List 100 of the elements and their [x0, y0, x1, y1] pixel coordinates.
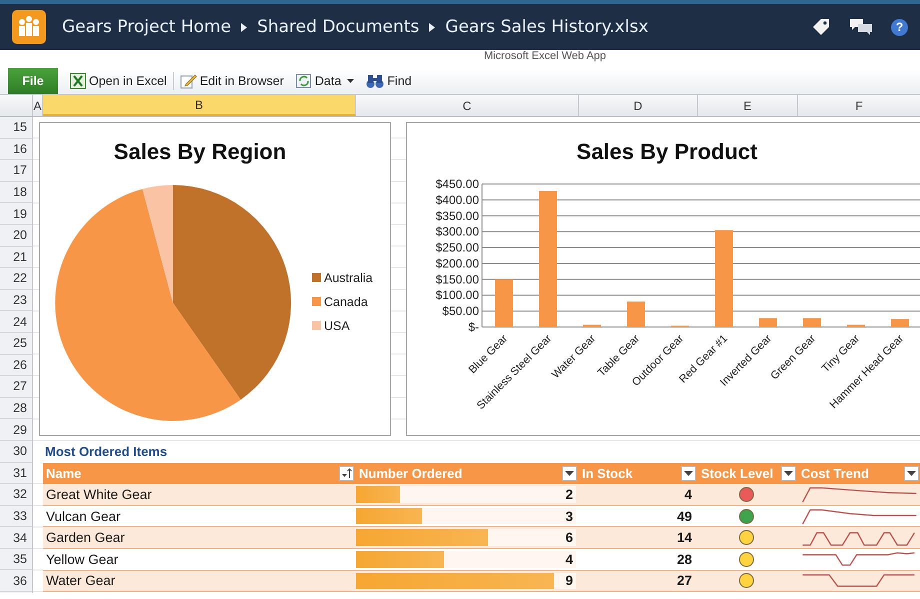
filter-button[interactable] — [781, 466, 796, 481]
chart-bar — [759, 318, 777, 327]
breadcrumb-link[interactable]: Shared Documents — [257, 17, 420, 37]
row-number: 19 — [0, 203, 32, 225]
dropdown-icon — [565, 470, 574, 476]
table-cell: 6 — [565, 530, 573, 546]
row-number: 28 — [0, 398, 32, 420]
column-header: Name — [46, 466, 82, 481]
row-number: 23 — [0, 290, 32, 312]
row-number: 33 — [0, 506, 32, 528]
edit-in-browser-button[interactable]: Edit in Browser — [180, 73, 284, 89]
table-cell: 3 — [565, 508, 573, 524]
axis-label: $450.00 — [436, 177, 479, 191]
help-button[interactable]: ? — [891, 18, 908, 36]
open-in-excel-button[interactable]: Open in Excel — [70, 73, 167, 89]
chart-bar — [583, 324, 601, 327]
column-header: Cost Trend — [801, 466, 869, 481]
column-header: Stock Level — [701, 466, 774, 481]
axis-label: $350.00 — [436, 208, 479, 223]
legend-label: Australia — [324, 271, 373, 285]
chart-bar — [627, 302, 645, 327]
table-cell: Great White Gear — [46, 486, 152, 502]
file-tab[interactable]: File — [8, 68, 58, 94]
binoculars-icon — [366, 73, 384, 89]
table-cell: 28 — [676, 552, 692, 567]
axis-label: $400.00 — [436, 192, 479, 207]
row-number: 35 — [0, 548, 32, 570]
table-cell: 27 — [676, 573, 692, 588]
refresh-icon — [296, 73, 312, 89]
axis-label: $200.00 — [436, 256, 479, 270]
axis-label: $100.00 — [436, 288, 479, 302]
axis-label: $50.00 — [442, 304, 479, 318]
row-number: 34 — [0, 527, 32, 549]
caret-icon — [429, 22, 436, 32]
chart-bar — [803, 318, 821, 327]
column-header[interactable]: F — [798, 95, 920, 116]
table-cell: 4 — [684, 486, 692, 502]
column-header[interactable]: B — [43, 95, 356, 116]
chart-title: Sales By Region — [114, 139, 286, 164]
legend-label: Canada — [324, 295, 368, 309]
row-number: 21 — [0, 246, 32, 268]
row-number: 15 — [0, 117, 32, 139]
dropdown-icon — [907, 470, 916, 476]
breadcrumb-link[interactable]: Gears Project Home — [62, 17, 232, 37]
legend-label: USA — [324, 319, 350, 333]
chart-title: Sales By Product — [576, 139, 758, 164]
axis-label: $150.00 — [436, 272, 479, 286]
breadcrumb-link[interactable]: Gears Sales History.xlsx — [445, 17, 648, 37]
sort-icon — [341, 468, 352, 479]
column-header[interactable]: C — [356, 95, 579, 116]
row-number: 31 — [0, 462, 32, 484]
table-cell: Yellow Gear — [46, 552, 118, 567]
caret-icon — [241, 22, 248, 32]
dropdown-icon — [784, 470, 793, 476]
filter-button[interactable] — [904, 466, 919, 481]
caret-icon — [347, 79, 354, 83]
spreadsheet-icon — [70, 73, 86, 89]
pencil-page-icon — [180, 73, 197, 89]
table-cell: 9 — [565, 573, 573, 588]
column-header: In Stock — [582, 466, 633, 481]
app-title: Microsoft Excel Web App — [484, 50, 606, 62]
row-number: 30 — [0, 440, 32, 462]
chart-bar — [891, 319, 909, 327]
column-header: Number Ordered — [359, 466, 462, 481]
column-header[interactable]: E — [698, 95, 798, 116]
row-number: 29 — [0, 419, 32, 441]
table-title: Most Ordered Items — [45, 444, 168, 460]
row-number: 20 — [0, 224, 32, 247]
row-number: 36 — [0, 570, 32, 592]
data-menu-button[interactable]: Data — [296, 73, 354, 89]
chat-icon[interactable] — [849, 18, 873, 36]
table-cell: Garden Gear — [46, 530, 125, 546]
table-cell: 49 — [676, 508, 692, 524]
people-logo-icon[interactable] — [12, 10, 46, 44]
find-button[interactable]: Find — [366, 73, 412, 89]
chart-bar — [847, 324, 865, 327]
table-cell: 4 — [565, 552, 573, 567]
filter-button[interactable] — [562, 466, 577, 481]
dropdown-icon — [684, 470, 693, 476]
row-number: 25 — [0, 332, 32, 355]
axis-label: $- — [468, 320, 479, 334]
row-number: 18 — [0, 182, 32, 204]
chart-bar — [495, 279, 513, 327]
filter-button[interactable] — [681, 466, 696, 481]
axis-label: $250.00 — [436, 240, 479, 255]
row-number: 24 — [0, 311, 32, 333]
row-number: 17 — [0, 160, 32, 182]
table-cell: 2 — [565, 486, 573, 502]
axis-label: $300.00 — [436, 224, 479, 239]
row-number: 16 — [0, 138, 32, 160]
tag-icon[interactable] — [811, 18, 831, 36]
row-number: 27 — [0, 376, 32, 398]
table-cell: Water Gear — [46, 573, 116, 588]
table-cell: 14 — [676, 530, 692, 546]
row-number: 22 — [0, 268, 32, 290]
table-cell: Vulcan Gear — [46, 508, 121, 524]
column-header[interactable]: D — [579, 95, 698, 116]
row-number: 32 — [0, 484, 32, 506]
row-number: 26 — [0, 354, 32, 376]
filter-button[interactable] — [339, 466, 354, 481]
